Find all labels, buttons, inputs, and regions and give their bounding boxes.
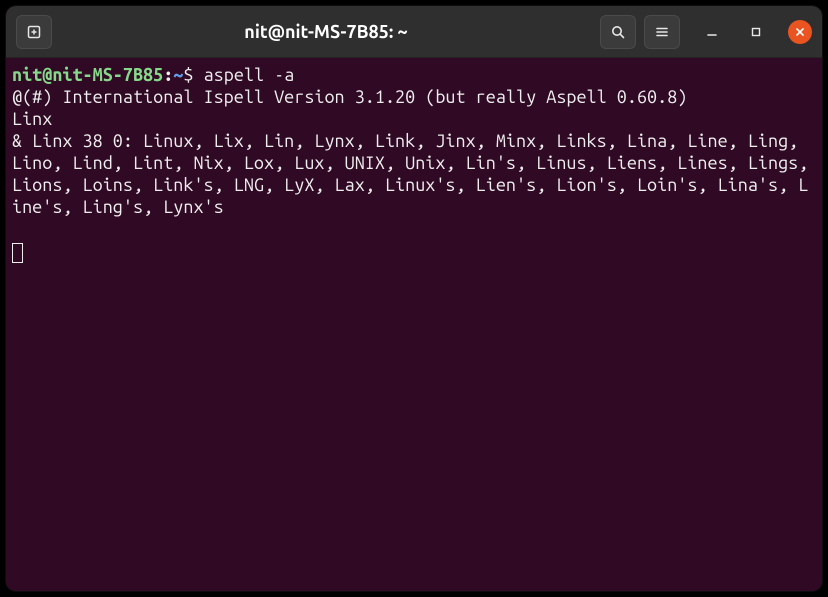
close-icon [794,26,806,38]
minimize-button[interactable] [700,20,724,44]
command-text: aspell -a [204,65,295,85]
prompt-user-host: nit@nit-MS-7B85 [12,65,163,85]
terminal-cursor [12,243,23,263]
prompt-sigil: $ [183,65,193,85]
search-button[interactable] [600,15,636,49]
minimize-icon [706,26,718,38]
terminal-window: nit@nit-MS-7B85: ~ [6,6,822,591]
titlebar: nit@nit-MS-7B85: ~ [6,6,822,58]
prompt-separator: : [163,65,173,85]
hamburger-icon [654,24,670,40]
output-input-word: Linx [12,109,52,129]
window-title: nit@nit-MS-7B85: ~ [60,22,592,42]
prompt-path: ~ [173,65,183,85]
output-banner: @(#) International Ispell Version 3.1.20… [12,87,687,107]
maximize-button[interactable] [744,20,768,44]
search-icon [610,24,626,40]
menu-button[interactable] [644,15,680,49]
close-button[interactable] [788,20,812,44]
titlebar-right [600,15,812,49]
new-tab-icon [26,24,42,40]
maximize-icon [750,26,762,38]
terminal-body[interactable]: nit@nit-MS-7B85:~$ aspell -a @(#) Intern… [6,58,822,591]
new-tab-button[interactable] [16,15,52,49]
output-suggestions: & Linx 38 0: Linux, Lix, Lin, Lynx, Link… [12,131,818,217]
